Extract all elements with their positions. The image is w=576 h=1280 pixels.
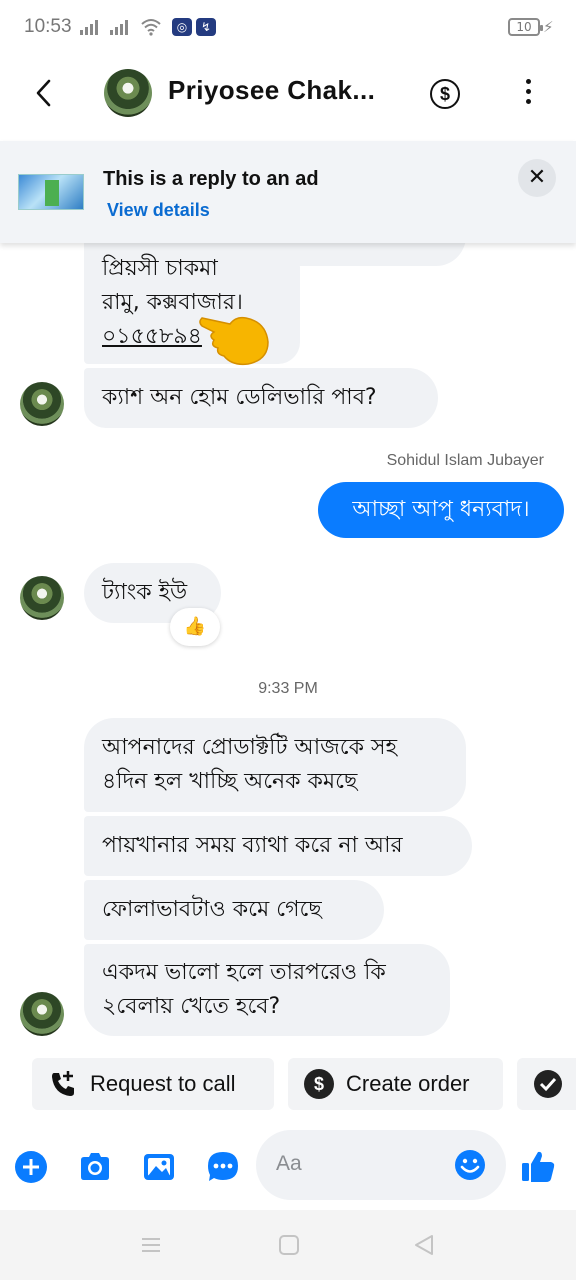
charging-icon: ⚡ (543, 18, 554, 36)
pointing-hand-emoji (199, 316, 269, 366)
battery-icon: 10 (508, 18, 543, 36)
wifi-icon (141, 19, 161, 36)
chip-label: Create order (346, 1071, 470, 1096)
avatar-image (20, 576, 64, 620)
ad-thumbnail[interactable] (18, 174, 84, 210)
status-bar: 10:53 ◎ ↯ 10 ⚡ (0, 0, 576, 45)
avatar-image (20, 992, 64, 1036)
system-navigation-bar (0, 1210, 576, 1280)
view-details-link[interactable]: View details (107, 200, 210, 221)
conversation-header: Priyosee Chak... $ (0, 45, 576, 141)
contact-avatar-small[interactable] (20, 576, 64, 620)
contact-avatar-small[interactable] (20, 992, 64, 1036)
outgoing-message-bubble[interactable]: আচ্ছা আপু ধন্যবাদ। (318, 482, 564, 538)
message-text: ২বেলায় খেতে হবে? (102, 994, 281, 1019)
message-bubble[interactable]: পায়খানার সময় ব্যাথা করে না আর (84, 816, 472, 876)
message-bubble[interactable]: একদম ভালো হলে তারপরেও কি ২বেলায় খেতে হব… (84, 944, 450, 1036)
avatar-image (20, 382, 64, 426)
request-to-call-chip[interactable]: Request to call (32, 1058, 274, 1110)
message-bubble[interactable]: ক্যাশ অন হোম ডেলিভারি পাব? (84, 368, 438, 428)
signal-1-icon (80, 19, 98, 35)
message-bubble[interactable]: ফোলাভাবটাও কমে গেছে (84, 880, 384, 940)
chip-label: Request to call (90, 1071, 236, 1096)
contact-name[interactable]: Priyosee Chak... (168, 75, 375, 106)
more-options-button[interactable] (520, 79, 536, 107)
check-circle-icon (534, 1070, 562, 1098)
payment-button[interactable]: $ (430, 79, 460, 109)
message-text: আপনাদের প্রোডাক্টটি আজকে সহ (102, 735, 398, 760)
sender-name: Sohidul Islam Jubayer (386, 452, 544, 469)
close-banner-button[interactable]: ✕ (518, 159, 556, 197)
messenger-screen: 10:53 ◎ ↯ 10 ⚡ Priyosee Chak... $ This i… (0, 0, 576, 1280)
contact-avatar-small[interactable] (20, 382, 64, 426)
message-timestamp: 9:33 PM (258, 680, 318, 697)
message-bubble[interactable]: আপনাদের প্রোডাক্টটি আজকে সহ ৪দিন হল খাচ্… (84, 718, 466, 812)
ad-reply-banner: This is a reply to an ad View details ✕ (0, 141, 576, 243)
thumbs-up-icon[interactable] (520, 1148, 556, 1184)
phone-plus-icon (52, 1071, 74, 1096)
more-chat-icon[interactable] (206, 1150, 240, 1184)
message-text: প্রিয়সী চাকমা (102, 256, 218, 281)
mark-done-chip[interactable] (517, 1058, 576, 1110)
contact-avatar[interactable] (104, 69, 152, 117)
back-nav-icon[interactable] (412, 1234, 436, 1256)
camera-icon[interactable] (78, 1150, 112, 1184)
back-button[interactable] (28, 73, 62, 113)
dollar-icon: $ (304, 1069, 334, 1099)
status-time: 10:53 (24, 16, 72, 37)
signal-2-icon (110, 19, 128, 35)
avatar-image (104, 69, 152, 117)
message-composer: Aa (0, 1122, 576, 1210)
ad-banner-title: This is a reply to an ad (103, 168, 319, 190)
emoji-icon[interactable] (454, 1149, 486, 1181)
message-input[interactable]: Aa (256, 1130, 506, 1200)
message-text: একদম ভালো হলে তারপরেও কি (102, 960, 386, 985)
home-icon[interactable] (277, 1234, 301, 1256)
app-notification-icon: ◎ (172, 18, 192, 36)
message-text: ৪দিন হল খাচ্ছি অনেক কমছে (102, 769, 358, 794)
plus-icon[interactable] (14, 1150, 48, 1184)
message-placeholder: Aa (276, 1152, 302, 1175)
like-reaction[interactable]: 👍 (170, 608, 220, 646)
app-notification-icon: ↯ (196, 18, 216, 36)
gallery-icon[interactable] (142, 1150, 176, 1184)
create-order-chip[interactable]: $ Create order (288, 1058, 503, 1110)
recent-apps-icon[interactable] (139, 1234, 163, 1256)
